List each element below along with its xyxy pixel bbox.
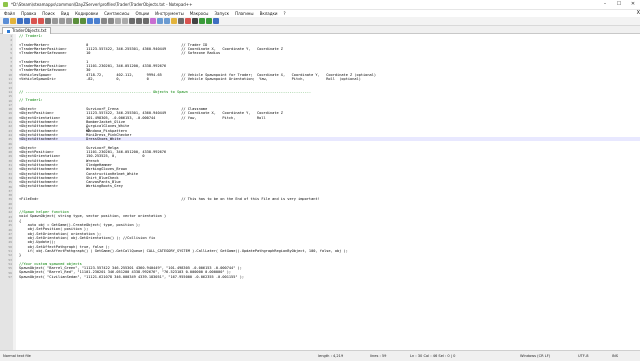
zoom-out-icon[interactable] bbox=[108, 18, 114, 24]
menu-item[interactable]: Кодировки bbox=[75, 10, 98, 17]
tab-traderobjects[interactable]: TraderObjects.txt bbox=[2, 27, 52, 34]
menu-item[interactable]: Файл bbox=[4, 10, 15, 17]
all-chars-icon[interactable] bbox=[136, 18, 142, 24]
paste-icon[interactable] bbox=[66, 18, 72, 24]
fold-margin[interactable] bbox=[13, 34, 16, 350]
code-line[interactable]: SpawnObject( "CivilianSedan", "11121.621… bbox=[19, 275, 640, 279]
notepadpp-icon bbox=[3, 2, 8, 7]
record-icon[interactable] bbox=[185, 18, 191, 24]
maximize-button[interactable]: ☐ bbox=[612, 0, 626, 9]
line-number-gutter[interactable]: 1 2 3 4 5 6 7 8 9 10 11 12 13 14 15 16 17 18 19 20 21 22 23 24 2… bbox=[0, 34, 14, 350]
close-icon[interactable] bbox=[31, 18, 37, 24]
save-macro-icon[interactable] bbox=[213, 18, 219, 24]
close-button[interactable]: ✕ bbox=[626, 0, 640, 9]
monitor-icon[interactable] bbox=[178, 18, 184, 24]
menu-item[interactable]: Поиск bbox=[42, 10, 55, 17]
new-icon[interactable] bbox=[3, 18, 9, 24]
indent-guide-icon[interactable] bbox=[143, 18, 149, 24]
redo-icon[interactable] bbox=[80, 18, 86, 24]
copy-icon[interactable] bbox=[59, 18, 65, 24]
stop-icon[interactable] bbox=[192, 18, 198, 24]
menu-item[interactable]: Опции bbox=[135, 10, 149, 17]
code-area[interactable]: // Trader1: <TraderMarker> 0 // Trader ID… bbox=[19, 34, 640, 279]
replace-icon[interactable] bbox=[94, 18, 100, 24]
close-all-icon[interactable] bbox=[38, 18, 44, 24]
open-icon[interactable] bbox=[10, 18, 16, 24]
tab-bar: TraderObjects.txt bbox=[0, 26, 640, 34]
save-icon[interactable] bbox=[17, 18, 23, 24]
function-list-icon[interactable] bbox=[164, 18, 170, 24]
window-title: *D:\Steam\steamapps\common\DayZServer\pr… bbox=[11, 2, 193, 7]
sync-h-icon[interactable] bbox=[122, 18, 128, 24]
play-multi-icon[interactable] bbox=[206, 18, 212, 24]
menu-item[interactable]: Плагины bbox=[235, 10, 254, 17]
undo-icon[interactable] bbox=[73, 18, 79, 24]
folder-icon[interactable] bbox=[171, 18, 177, 24]
line-number: 57 bbox=[8, 274, 12, 279]
play-icon[interactable] bbox=[199, 18, 205, 24]
title-bar: *D:\Steam\steamapps\common\DayZServer\pr… bbox=[0, 0, 640, 10]
print-icon[interactable] bbox=[45, 18, 51, 24]
menu-item[interactable]: Правка bbox=[21, 10, 36, 17]
menu-item[interactable]: Запуск bbox=[214, 10, 229, 17]
cut-icon[interactable] bbox=[52, 18, 58, 24]
sync-v-icon[interactable] bbox=[115, 18, 121, 24]
mouse-cursor-icon bbox=[85, 117, 90, 133]
menu-item[interactable]: Вид bbox=[61, 10, 69, 17]
save-all-icon[interactable] bbox=[24, 18, 30, 24]
minimize-button[interactable]: – bbox=[598, 0, 612, 9]
unsaved-disk-icon bbox=[7, 29, 10, 33]
menu-item[interactable]: Синтаксисы bbox=[104, 10, 129, 17]
menu-item[interactable]: ? bbox=[284, 10, 286, 17]
udl-icon[interactable] bbox=[150, 18, 156, 24]
tab-label: TraderObjects.txt bbox=[12, 28, 47, 33]
menu-item[interactable]: Макросы bbox=[190, 10, 209, 17]
menu-item[interactable]: Инструменты bbox=[155, 10, 184, 17]
menu-bar: Файл Правка Поиск Вид Кодировки Синтаксисы Опц… bbox=[0, 10, 640, 17]
find-icon[interactable] bbox=[87, 18, 93, 24]
doc-map-icon[interactable] bbox=[157, 18, 163, 24]
zoom-in-icon[interactable] bbox=[101, 18, 107, 24]
wrap-icon[interactable] bbox=[129, 18, 135, 24]
toolbar bbox=[0, 17, 640, 26]
close-document-button[interactable]: X bbox=[637, 10, 640, 17]
text-editor[interactable]: 1 2 3 4 5 6 7 8 9 10 11 12 13 14 15 16 17 18 19 20 21 22 23 24 2… bbox=[0, 34, 640, 350]
status-bar: Normal text file length : 4,219 lines : … bbox=[0, 350, 640, 361]
menu-item[interactable]: Вкладки bbox=[260, 10, 278, 17]
